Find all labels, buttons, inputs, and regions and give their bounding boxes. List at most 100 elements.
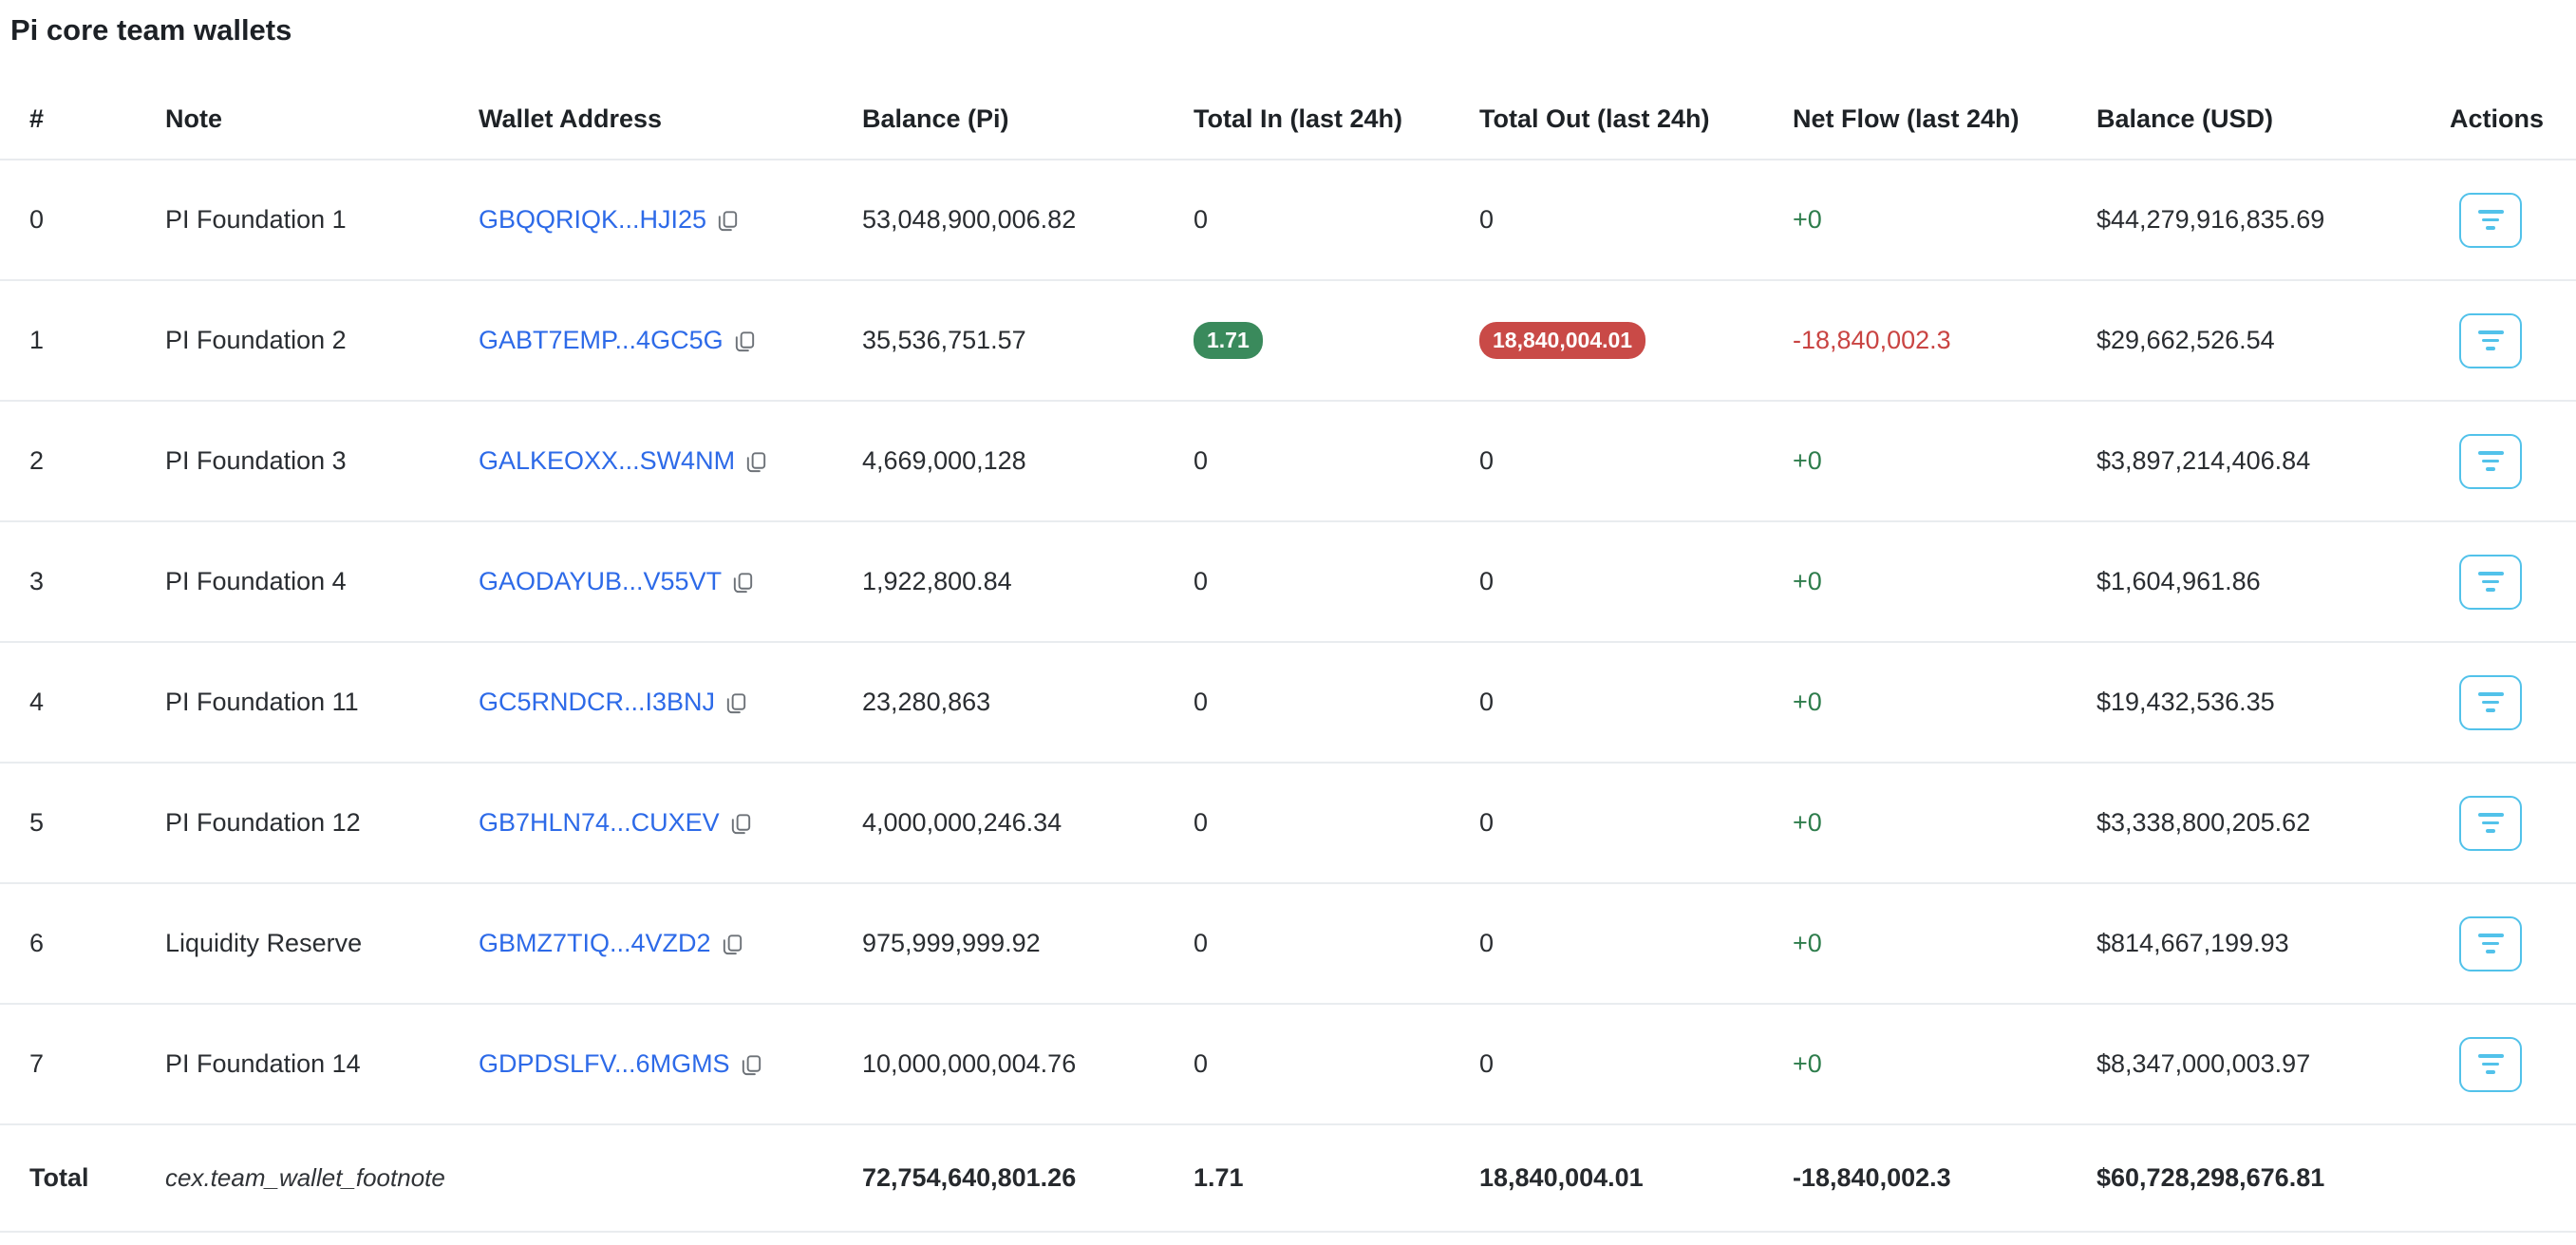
net-flow: +0 [1793,521,2097,642]
copy-icon[interactable] [743,449,769,475]
total-balance-pi: 72,754,640,801.26 [862,1124,1194,1232]
page-title: Pi core team wallets [0,13,2576,47]
pi-core-team-wallets-page: Pi core team wallets # Note Wallet Addre… [0,0,2576,1233]
total-out: 0 [1479,883,1793,1004]
total-in: 0 [1194,160,1479,280]
total-net-flow: -18,840,002.3 [1793,1124,2097,1232]
copy-icon[interactable] [720,932,745,957]
row-actions-button[interactable] [2459,916,2522,971]
table-header-row: # Note Wallet Address Balance (Pi) Total… [0,47,2576,160]
row-index: 6 [0,883,165,1004]
row-actions-button[interactable] [2459,434,2522,489]
col-header-total-in: Total In (last 24h) [1194,47,1479,160]
total-footnote: cex.team_wallet_footnote [165,1163,445,1192]
wallet-address-link[interactable]: GABT7EMP...4GC5G [479,326,724,355]
table-total-row: Total cex.team_wallet_footnote 72,754,64… [0,1124,2576,1232]
row-index: 3 [0,521,165,642]
wallet-note: Liquidity Reserve [165,883,479,1004]
total-in: 0 [1194,1004,1479,1124]
wallet-note: PI Foundation 3 [165,401,479,521]
balance-pi: 35,536,751.57 [862,280,1194,401]
net-flow: +0 [1793,642,2097,763]
col-header-balance-pi: Balance (Pi) [862,47,1194,160]
total-out: 0 [1479,401,1793,521]
total-out-badge: 18,840,004.01 [1479,322,1645,359]
total-out: 0 [1479,642,1793,763]
total-out: 0 [1479,521,1793,642]
wallet-address-link[interactable]: GBMZ7TIQ...4VZD2 [479,929,711,958]
table-row: 6 Liquidity Reserve GBMZ7TIQ...4VZD2 975… [0,883,2576,1004]
col-header-index: # [0,47,165,160]
total-in: 0 [1194,401,1479,521]
total-out-sum: 18,840,004.01 [1479,1124,1793,1232]
net-flow: -18,840,002.3 [1793,280,2097,401]
col-header-actions: Actions [2450,47,2576,160]
balance-usd: $44,279,916,835.69 [2097,160,2450,280]
balance-usd: $1,604,961.86 [2097,521,2450,642]
row-actions-button[interactable] [2459,313,2522,368]
row-actions-button[interactable] [2459,193,2522,248]
total-balance-usd: $60,728,298,676.81 [2097,1124,2450,1232]
net-flow: +0 [1793,160,2097,280]
total-out: 0 [1479,1004,1793,1124]
balance-pi: 4,669,000,128 [862,401,1194,521]
team-wallets-table: # Note Wallet Address Balance (Pi) Total… [0,47,2576,1233]
row-actions-button[interactable] [2459,796,2522,851]
wallet-address-link[interactable]: GB7HLN74...CUXEV [479,808,720,838]
row-actions-button[interactable] [2459,555,2522,610]
table-row: 4 PI Foundation 11 GC5RNDCR...I3BNJ 23,2… [0,642,2576,763]
copy-icon[interactable] [732,329,758,354]
total-label: Total [0,1124,165,1232]
row-actions-button[interactable] [2459,675,2522,730]
wallet-address-link[interactable]: GBQQRIQK...HJI25 [479,205,706,235]
balance-pi: 1,922,800.84 [862,521,1194,642]
col-header-wallet: Wallet Address [479,47,862,160]
wallet-note: PI Foundation 4 [165,521,479,642]
wallet-address-link[interactable]: GAODAYUB...V55VT [479,567,722,596]
balance-pi: 53,048,900,006.82 [862,160,1194,280]
balance-pi: 975,999,999.92 [862,883,1194,1004]
row-index: 7 [0,1004,165,1124]
wallet-note: PI Foundation 14 [165,1004,479,1124]
row-index: 2 [0,401,165,521]
row-index: 0 [0,160,165,280]
table-row: 7 PI Foundation 14 GDPDSLFV...6MGMS 10,0… [0,1004,2576,1124]
total-in-badge: 1.71 [1194,322,1263,359]
copy-icon[interactable] [724,690,749,716]
wallet-note: PI Foundation 11 [165,642,479,763]
wallet-note: PI Foundation 1 [165,160,479,280]
total-out: 0 [1479,763,1793,883]
balance-usd: $3,338,800,205.62 [2097,763,2450,883]
col-header-balance-usd: Balance (USD) [2097,47,2450,160]
copy-icon[interactable] [739,1052,764,1078]
total-in: 0 [1194,763,1479,883]
table-row: 0 PI Foundation 1 GBQQRIQK...HJI25 53,04… [0,160,2576,280]
col-header-net-flow: Net Flow (last 24h) [1793,47,2097,160]
net-flow: +0 [1793,883,2097,1004]
table-row: 5 PI Foundation 12 GB7HLN74...CUXEV 4,00… [0,763,2576,883]
wallet-note: PI Foundation 12 [165,763,479,883]
total-wallet-cell [479,1124,862,1232]
balance-pi: 10,000,000,004.76 [862,1004,1194,1124]
row-index: 4 [0,642,165,763]
total-in: 0 [1194,883,1479,1004]
wallet-address-link[interactable]: GC5RNDCR...I3BNJ [479,688,715,717]
col-header-total-out: Total Out (last 24h) [1479,47,1793,160]
balance-pi: 23,280,863 [862,642,1194,763]
total-in: 0 [1194,521,1479,642]
copy-icon[interactable] [728,811,754,837]
balance-usd: $29,662,526.54 [2097,280,2450,401]
net-flow: +0 [1793,763,2097,883]
wallet-address-link[interactable]: GDPDSLFV...6MGMS [479,1049,730,1079]
balance-usd: $814,667,199.93 [2097,883,2450,1004]
table-row: 1 PI Foundation 2 GABT7EMP...4GC5G 35,53… [0,280,2576,401]
copy-icon[interactable] [715,208,741,234]
balance-usd: $3,897,214,406.84 [2097,401,2450,521]
copy-icon[interactable] [730,570,756,595]
total-in-sum: 1.71 [1194,1124,1479,1232]
wallet-address-link[interactable]: GALKEOXX...SW4NM [479,446,735,476]
row-actions-button[interactable] [2459,1037,2522,1092]
total-in: 0 [1194,642,1479,763]
table-row: 2 PI Foundation 3 GALKEOXX...SW4NM 4,669… [0,401,2576,521]
row-index: 1 [0,280,165,401]
